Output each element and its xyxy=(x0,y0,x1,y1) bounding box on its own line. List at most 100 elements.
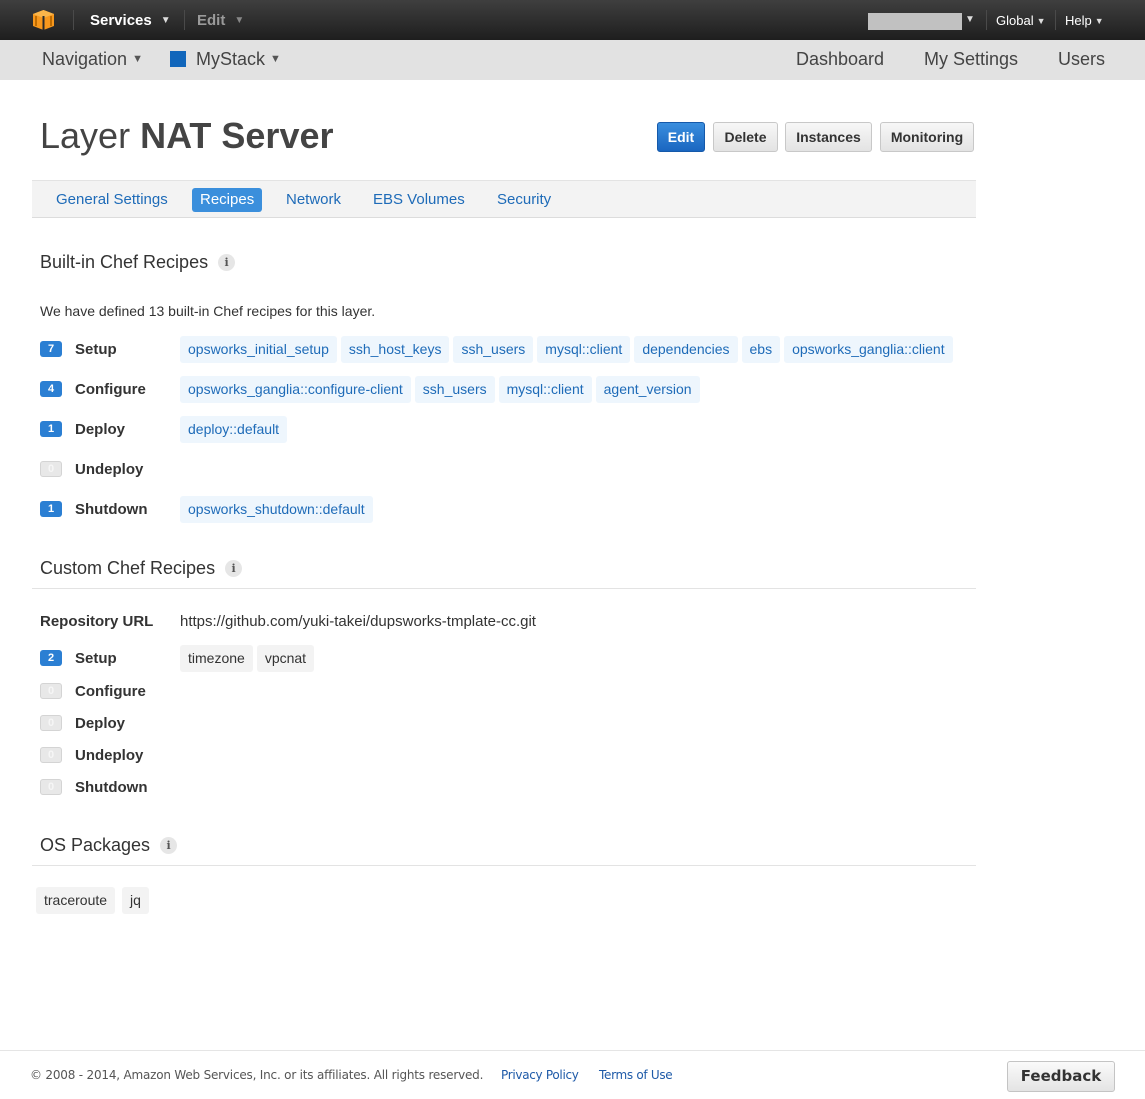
layer-tabs: General Settings Recipes Network EBS Vol… xyxy=(32,180,976,218)
chevron-down-icon: ▼ xyxy=(1036,16,1046,26)
recipe-count-badge: 7 xyxy=(40,341,62,357)
event-label: Shutdown xyxy=(75,501,148,518)
recipe-chip: ebs xyxy=(741,336,781,363)
recipe-chip: timezone xyxy=(180,645,253,672)
info-icon[interactable]: i xyxy=(160,837,178,854)
aws-cube-icon[interactable] xyxy=(33,10,54,30)
page-title: Layer NAT Server xyxy=(40,115,334,157)
navigation-label: Navigation xyxy=(42,49,128,69)
edit-button[interactable]: Edit xyxy=(657,122,705,152)
recipe-chip: opsworks_shutdown::default xyxy=(180,496,373,523)
navigation-menu[interactable]: Navigation ▼ xyxy=(42,49,143,70)
os-packages-heading: OS Packages i xyxy=(40,835,178,856)
builtin-recipes-heading: Built-in Chef Recipes i xyxy=(40,252,236,273)
top-bar: Services ▼ Edit ▼ ▼ Global ▼ Help ▼ xyxy=(0,0,1145,40)
recipe-count-badge: 0 xyxy=(40,747,62,763)
divider xyxy=(32,865,976,866)
account-name-redacted[interactable] xyxy=(868,13,962,30)
divider xyxy=(184,10,185,30)
builtin-description: We have defined 13 built-in Chef recipes… xyxy=(40,303,376,319)
footer-divider xyxy=(0,1050,1145,1051)
event-label: Setup xyxy=(75,650,117,667)
recipe-chip: mysql::client xyxy=(537,336,631,363)
recipe-count-badge: 2 xyxy=(40,650,62,666)
divider xyxy=(1055,10,1056,30)
recipe-list: opsworks_initial_setup ssh_host_keys ssh_u… xyxy=(180,336,957,363)
repository-url-value: https://github.com/yuki-takei/dupsworks-… xyxy=(180,613,536,630)
privacy-policy-link[interactable]: Privacy Policy xyxy=(501,1068,579,1082)
stack-label: MyStack xyxy=(196,49,266,69)
copyright-text: © 2008 - 2014, Amazon Web Services, Inc.… xyxy=(30,1068,484,1082)
recipe-chip: deploy::default xyxy=(180,416,288,443)
tab-general-settings[interactable]: General Settings xyxy=(48,188,176,212)
os-packages-title: OS Packages xyxy=(40,835,151,855)
stack-menu[interactable]: MyStack ▼ xyxy=(170,49,281,70)
edit-menu[interactable]: Edit ▼ xyxy=(197,12,244,29)
os-package-list: traceroute jq xyxy=(36,887,156,914)
event-label: Undeploy xyxy=(75,461,144,478)
recipe-list: opsworks_ganglia::configure-client ssh_us… xyxy=(180,376,704,403)
recipe-chip: agent_version xyxy=(595,376,700,403)
chevron-down-icon: ▼ xyxy=(160,15,171,26)
event-label: Deploy xyxy=(75,715,126,732)
layer-name: NAT Server xyxy=(140,115,334,156)
recipe-count-badge: 0 xyxy=(40,683,62,699)
event-label: Configure xyxy=(75,381,146,398)
tab-recipes[interactable]: Recipes xyxy=(192,188,263,212)
title-prefix: Layer xyxy=(40,115,131,156)
region-label: Global xyxy=(996,13,1034,28)
custom-recipes-heading: Custom Chef Recipes i xyxy=(40,558,243,579)
builtin-recipes-title: Built-in Chef Recipes xyxy=(40,252,209,272)
instances-button[interactable]: Instances xyxy=(785,122,872,152)
chevron-down-icon: ▼ xyxy=(234,15,245,26)
info-icon[interactable]: i xyxy=(225,560,243,577)
opsworks-nav-bar: Navigation ▼ MyStack ▼ Dashboard My Settin… xyxy=(0,40,1145,80)
feedback-button[interactable]: Feedback xyxy=(1007,1061,1115,1092)
tab-network[interactable]: Network xyxy=(278,188,349,212)
recipe-count-badge: 0 xyxy=(40,779,62,795)
package-chip: jq xyxy=(122,887,149,914)
help-menu[interactable]: Help ▼ xyxy=(1065,13,1104,28)
chevron-down-icon: ▼ xyxy=(270,53,281,65)
event-label: Shutdown xyxy=(75,779,148,796)
recipe-count-badge: 0 xyxy=(40,715,62,731)
chevron-down-icon[interactable]: ▼ xyxy=(965,14,975,25)
chevron-down-icon: ▼ xyxy=(1094,16,1104,26)
monitoring-button[interactable]: Monitoring xyxy=(880,122,974,152)
delete-button[interactable]: Delete xyxy=(713,122,778,152)
chevron-down-icon: ▼ xyxy=(132,53,143,65)
terms-of-use-link[interactable]: Terms of Use xyxy=(599,1068,673,1082)
recipe-chip: ssh_host_keys xyxy=(340,336,450,363)
custom-recipes-title: Custom Chef Recipes xyxy=(40,558,216,578)
recipe-count-badge: 1 xyxy=(40,501,62,517)
recipe-chip: opsworks_initial_setup xyxy=(180,336,337,363)
divider xyxy=(73,10,74,30)
recipe-count-badge: 0 xyxy=(40,461,62,477)
package-chip: traceroute xyxy=(36,887,116,914)
divider xyxy=(32,588,976,589)
event-label: Deploy xyxy=(75,421,126,438)
help-label: Help xyxy=(1065,13,1092,28)
dashboard-link[interactable]: Dashboard xyxy=(796,49,884,70)
recipe-chip: opsworks_ganglia::client xyxy=(784,336,953,363)
recipe-chip: ssh_users xyxy=(414,376,495,403)
tab-ebs-volumes[interactable]: EBS Volumes xyxy=(365,188,473,212)
tab-security[interactable]: Security xyxy=(489,188,559,212)
recipe-list: timezone vpcnat xyxy=(180,645,318,672)
region-menu[interactable]: Global ▼ xyxy=(996,13,1046,28)
users-link[interactable]: Users xyxy=(1058,49,1105,70)
services-label: Services xyxy=(90,12,152,29)
event-label: Undeploy xyxy=(75,747,144,764)
info-icon[interactable]: i xyxy=(218,254,236,271)
edit-menu-label: Edit xyxy=(197,12,226,29)
services-menu[interactable]: Services ▼ xyxy=(90,12,171,29)
recipe-chip: ssh_users xyxy=(453,336,534,363)
recipe-chip: dependencies xyxy=(634,336,738,363)
event-label: Setup xyxy=(75,341,117,358)
my-settings-link[interactable]: My Settings xyxy=(924,49,1018,70)
repository-url-label: Repository URL xyxy=(40,613,154,630)
recipe-count-badge: 1 xyxy=(40,421,62,437)
recipe-chip: opsworks_ganglia::configure-client xyxy=(180,376,411,403)
recipe-count-badge: 4 xyxy=(40,381,62,397)
event-label: Configure xyxy=(75,683,146,700)
